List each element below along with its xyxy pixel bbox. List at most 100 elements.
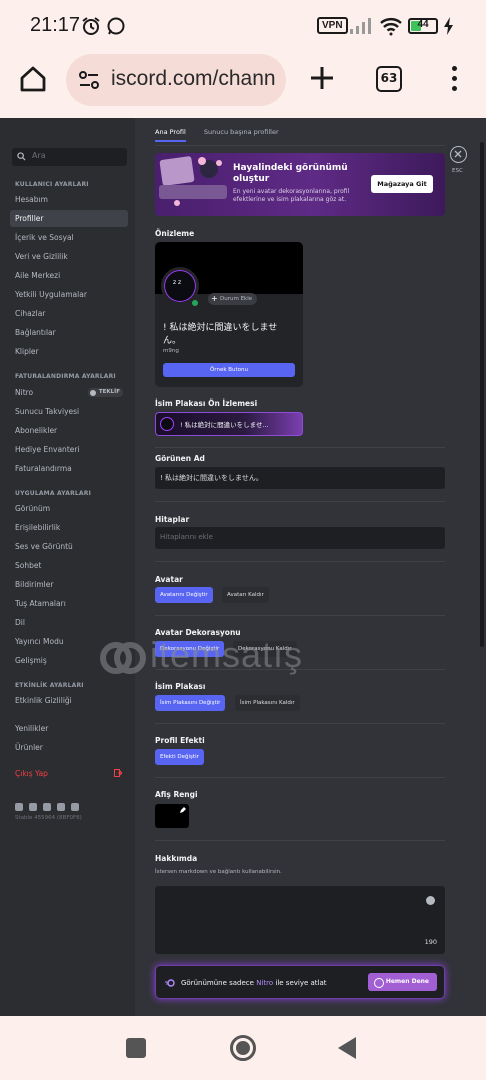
section-activity-settings: ETKİNLİK AYARLARI <box>15 682 84 689</box>
divider <box>155 840 445 841</box>
sidebar-item-appearance[interactable]: Görünüm <box>10 500 128 517</box>
emoji-icon[interactable] <box>426 896 435 905</box>
browser-menu-icon[interactable] <box>448 66 460 94</box>
divider <box>155 777 445 778</box>
pronouns-label: Hitaplar <box>155 515 190 524</box>
logout-label: Çıkış Yap <box>15 769 48 778</box>
divider <box>155 501 445 502</box>
sidebar-item-server-boost[interactable]: Sunucu Takviyesi <box>10 403 128 420</box>
android-status-bar: 21:17 VPN 44 <box>0 0 486 52</box>
youtube-icon[interactable] <box>57 803 65 811</box>
nitro-word: Nitro <box>256 979 274 987</box>
sidebar-item-activity-privacy[interactable]: Etkinlik Gizliliği <box>10 692 128 709</box>
profile-tabs: Ana Profil Sunucu başına profiller <box>155 128 295 144</box>
sidebar-item-clips[interactable]: Klipler <box>10 343 128 360</box>
sidebar-item-accessibility[interactable]: Erişilebilirlik <box>10 519 128 536</box>
sidebar-item-keybinds[interactable]: Tuş Atamaları <box>10 595 128 612</box>
x-icon[interactable] <box>15 803 23 811</box>
esc-label: ESC <box>452 168 463 174</box>
sidebar-item-billing[interactable]: Faturalandırma <box>10 460 128 477</box>
logout-button[interactable]: Çıkış Yap <box>10 765 128 782</box>
nameplate-text: ! 私は絶対に間違いをしませ... <box>180 421 269 429</box>
go-to-shop-button[interactable]: Mağazaya Git <box>371 175 433 193</box>
address-bar[interactable]: iscord.com/chann <box>66 54 286 106</box>
facebook-icon[interactable] <box>43 803 51 811</box>
battery-icon: 44 <box>408 18 438 34</box>
section-user-settings: KULLANICI AYARLARI <box>15 181 89 188</box>
recents-button[interactable] <box>126 1038 146 1058</box>
sidebar-item-subscriptions[interactable]: Abonelikler <box>10 422 128 439</box>
sidebar-item-devices[interactable]: Cihazlar <box>10 305 128 322</box>
nitro-upsell-bar: Görünümüne sadece Nitro ile seviye atlat… <box>155 965 445 999</box>
tab-main-profile[interactable]: Ana Profil <box>155 128 186 142</box>
add-status-button[interactable]: Durum Ekle <box>208 293 258 305</box>
signal-icon <box>350 18 371 34</box>
whatsapp-icon <box>107 17 125 35</box>
section-billing-settings: FATURALANDIRMA AYARLARI <box>15 373 116 380</box>
tab-server-profiles[interactable]: Sunucu başına profiller <box>204 128 279 140</box>
change-decoration-button[interactable]: Dekorasyonu Değiştir <box>155 641 225 657</box>
nameplate-preview: ! 私は絶対に間違いをしませ... <box>155 412 303 436</box>
home-button[interactable] <box>230 1035 256 1061</box>
banner-color-label: Afiş Rengi <box>155 790 198 799</box>
sidebar-item-merch[interactable]: Ürünler <box>10 739 128 756</box>
promo-title: Hayalindeki görünümü oluştur <box>233 163 348 184</box>
profile-settings-panel: Ana Profil Sunucu başına profiller ESC H… <box>135 118 486 1016</box>
settings-search[interactable]: Ara <box>12 148 127 166</box>
sidebar-item-connections[interactable]: Bağlantılar <box>10 324 128 341</box>
tab-switcher-button[interactable]: 63 <box>376 66 402 92</box>
shop-promo-banner: Hayalindeki görünümü oluştur En yeni ava… <box>155 153 445 216</box>
change-avatar-button[interactable]: Avatarını Değiştir <box>155 587 213 603</box>
sidebar-item-profiles[interactable]: Profiller <box>10 210 128 227</box>
tiktok-icon[interactable] <box>71 803 79 811</box>
preview-label: Önizleme <box>155 229 195 238</box>
sidebar-item-authorized-apps[interactable]: Yetkili Uygulamalar <box>10 286 128 303</box>
about-me-hint: İstersen markdown ve bağlantı kullanabil… <box>155 869 282 875</box>
promo-artwork <box>159 156 227 206</box>
new-tab-icon[interactable] <box>308 64 336 92</box>
remove-avatar-button[interactable]: Avatarı Kaldır <box>222 587 269 603</box>
change-effect-button[interactable]: Efekti Değiştir <box>155 749 204 765</box>
sidebar-item-notifications[interactable]: Bildirimler <box>10 576 128 593</box>
back-button[interactable] <box>338 1037 356 1059</box>
browser-toolbar: iscord.com/chann 63 <box>0 52 486 118</box>
alarm-icon <box>82 17 100 35</box>
try-now-button[interactable]: Hemen Dene <box>367 973 437 991</box>
search-placeholder: Ara <box>32 151 46 160</box>
change-nameplate-button[interactable]: İsim Plakasını Değiştir <box>155 695 226 711</box>
remove-decoration-button[interactable]: Dekorasyonu Kaldır <box>233 641 297 657</box>
sidebar-item-account[interactable]: Hesabım <box>10 191 128 208</box>
sidebar-item-language[interactable]: Dil <box>10 614 128 631</box>
about-me-textarea[interactable]: 190 <box>155 886 445 954</box>
profile-effect-label: Profil Efekti <box>155 736 205 745</box>
sidebar-item-whats-new[interactable]: Yenilikler <box>10 720 128 737</box>
divider <box>155 723 445 724</box>
remove-nameplate-button[interactable]: İsim Plakasını Kaldır <box>235 695 300 711</box>
sidebar-item-gift-inventory[interactable]: Hediye Envanteri <box>10 441 128 458</box>
sidebar-item-streamer-mode[interactable]: Yayıncı Modu <box>10 633 128 650</box>
about-me-label: Hakkımda <box>155 854 198 863</box>
scrollbar[interactable] <box>480 142 484 647</box>
site-settings-icon[interactable] <box>78 70 100 90</box>
pronouns-input[interactable]: Hitaplarını ekle <box>155 527 445 549</box>
settings-sidebar: Ara KULLANICI AYARLARI Hesabım Profiller… <box>0 118 135 1016</box>
sidebar-item-advanced[interactable]: Gelişmiş <box>10 652 128 669</box>
promo-description: En yeni avatar dekorasyonlarına, profil … <box>233 188 350 203</box>
banner-color-picker[interactable] <box>155 804 189 828</box>
section-app-settings: UYGULAMA AYARLARI <box>15 490 92 497</box>
sidebar-item-voice-video[interactable]: Ses ve Görüntü <box>10 538 128 555</box>
nameplate-preview-label: İsim Plakası Ön İzlemesi <box>155 399 258 408</box>
sidebar-item-content-social[interactable]: İçerik ve Sosyal <box>10 229 128 246</box>
sidebar-item-data-privacy[interactable]: Veri ve Gizlilik <box>10 248 128 265</box>
sidebar-item-nitro[interactable]: Nitro TEKLİF <box>10 384 128 401</box>
display-name-input[interactable]: ! 私は絶対に間違いをしません。 <box>155 467 445 489</box>
sidebar-item-chat[interactable]: Sohbet <box>10 557 128 574</box>
sidebar-item-family-center[interactable]: Aile Merkezi <box>10 267 128 284</box>
instagram-icon[interactable] <box>29 803 37 811</box>
social-links <box>15 796 85 811</box>
example-button[interactable]: Örnek Butonu <box>163 363 295 377</box>
battery-percent: 44 <box>417 19 429 30</box>
close-button[interactable] <box>450 146 467 163</box>
home-icon[interactable] <box>18 64 48 94</box>
sidebar-item-label: Nitro <box>15 388 34 397</box>
